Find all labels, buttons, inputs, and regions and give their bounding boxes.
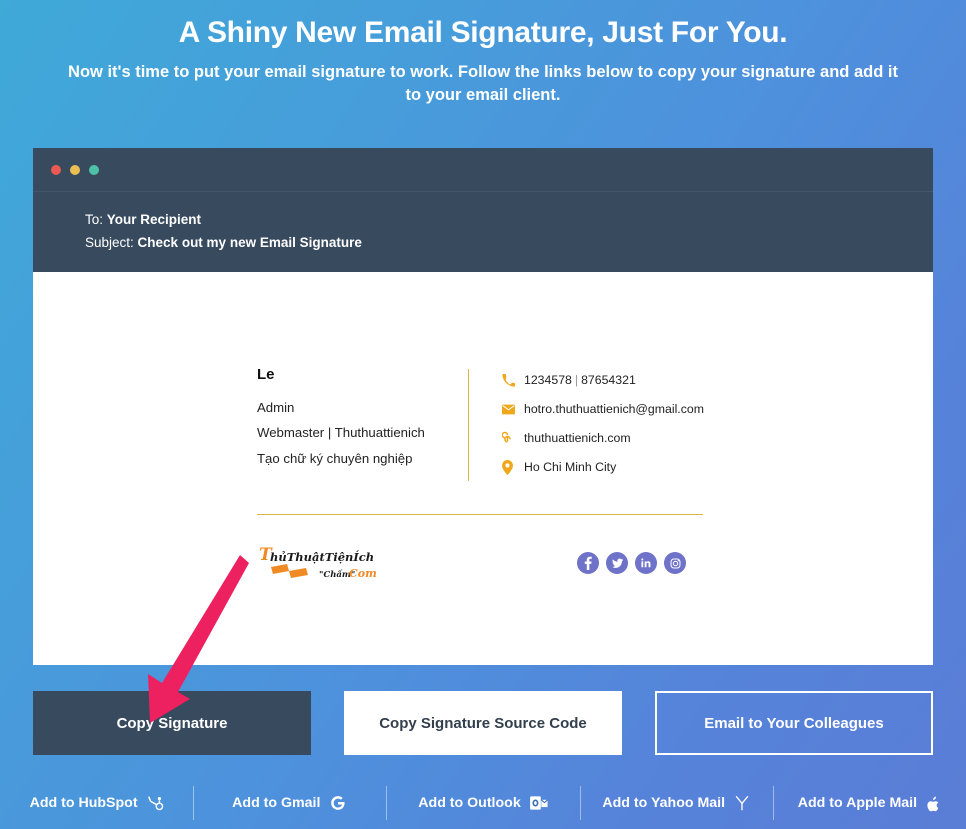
contact-text-website: thuthuattienich.com [524,431,631,446]
email-to-colleagues-button[interactable]: Email to Your Colleagues [655,691,933,755]
signature-identity: Le Admin Webmaster | Thuthuattienich Tạo… [257,367,468,483]
contact-text-email: hotro.thuthuattienich@gmail.com [524,402,704,417]
action-buttons: Copy Signature Copy Signature Source Cod… [33,691,933,755]
svg-text:hủThuậtTiệnÍch: hủThuậtTiệnÍch [270,550,374,564]
facebook-icon[interactable] [577,552,599,575]
integration-links: Add to HubSpot Add to Gmail Add to Outlo… [0,777,966,829]
email-subject-label: Subject: [85,235,134,251]
outlook-icon [529,795,548,811]
contact-text-phone: 1234578 | 87654321 [524,373,636,388]
instagram-icon[interactable] [664,552,686,575]
add-to-apple-mail-label: Add to Apple Mail [797,795,918,811]
window-title-bar [33,148,933,192]
contact-row-phone: 1234578 | 87654321 [502,367,709,393]
twitter-icon[interactable] [606,552,628,575]
add-to-gmail-link[interactable]: Add to Gmail [193,784,386,822]
signature-block: Le Admin Webmaster | Thuthuattienich Tạo… [257,367,709,584]
email-to-label: To: [85,212,104,227]
add-to-outlook-label: Add to Outlook [418,795,521,811]
signature-line-tagline: Tạo chữ ký chuyên nghiệp [257,450,413,466]
signature-canvas: Le Admin Webmaster | Thuthuattienich Tạo… [33,272,933,666]
hubspot-icon [147,795,164,812]
copy-signature-button[interactable]: Copy Signature [33,691,311,755]
location-pin-icon [502,459,524,475]
email-preview-window: To: Your Recipient Subject: Check out my… [33,148,933,666]
add-to-yahoo-mail-label: Add to Yahoo Mail [602,795,726,811]
email-to-value: Your Recipient [106,212,202,227]
signature-horizontal-divider [257,514,703,516]
brand-logo: T hủThuậtTiệnÍch "Chấm" Com [257,541,468,585]
maximize-window-dot[interactable] [89,164,99,175]
page-title: A Shiny New Email Signature, Just For Yo… [178,16,788,49]
social-icons [577,552,686,575]
copy-signature-source-code-button[interactable]: Copy Signature Source Code [344,691,622,755]
link-icon [502,431,524,446]
page-subtitle: Now it's time to put your email signatur… [68,62,898,105]
add-to-hubspot-label: Add to HubSpot [29,795,138,811]
svg-text:Com: Com [349,567,377,580]
signature-contacts: 1234578 | 87654321 hotro.thuthuattienich@g… [469,367,709,483]
signature-footer: T hủThuậtTiệnÍch "Chấm" Com [257,542,709,584]
email-subject-row: Subject: Check out my new Email Signatur… [85,231,933,254]
google-g-icon [329,794,347,812]
add-to-gmail-label: Add to Gmail [232,795,321,811]
add-to-outlook-link[interactable]: Add to Outlook [386,784,579,822]
signature-columns: Le Admin Webmaster | Thuthuattienich Tạo… [257,367,709,483]
email-meta: To: Your Recipient Subject: Check out my… [33,192,933,272]
phone-icon [502,373,524,387]
linkedin-icon[interactable] [635,552,657,575]
email-to-row: To: Your Recipient [85,208,933,231]
apple-icon [926,795,941,812]
add-to-hubspot-link[interactable]: Add to HubSpot [0,784,193,822]
close-window-dot[interactable] [51,164,61,175]
email-subject-value: Check out my new Email Signature [137,235,362,251]
signature-line-role: Webmaster | Thuthuattienich [257,425,425,441]
hero-section: A Shiny New Email Signature, Just For Yo… [0,0,966,108]
contact-text-location: Ho Chi Minh City [524,460,617,475]
contact-row-email: hotro.thuthuattienich@gmail.com [502,396,709,422]
signature-name: Le [257,366,275,384]
add-to-yahoo-mail-link[interactable]: Add to Yahoo Mail [579,784,773,822]
add-to-apple-mail-link[interactable]: Add to Apple Mail [772,784,966,822]
minimize-window-dot[interactable] [70,164,80,175]
yahoo-y-icon [734,794,750,812]
contact-row-website: thuthuattienich.com [502,425,709,451]
signature-line-title: Admin [257,399,295,415]
contact-row-location: Ho Chi Minh City [502,454,709,480]
envelope-icon [502,404,524,415]
